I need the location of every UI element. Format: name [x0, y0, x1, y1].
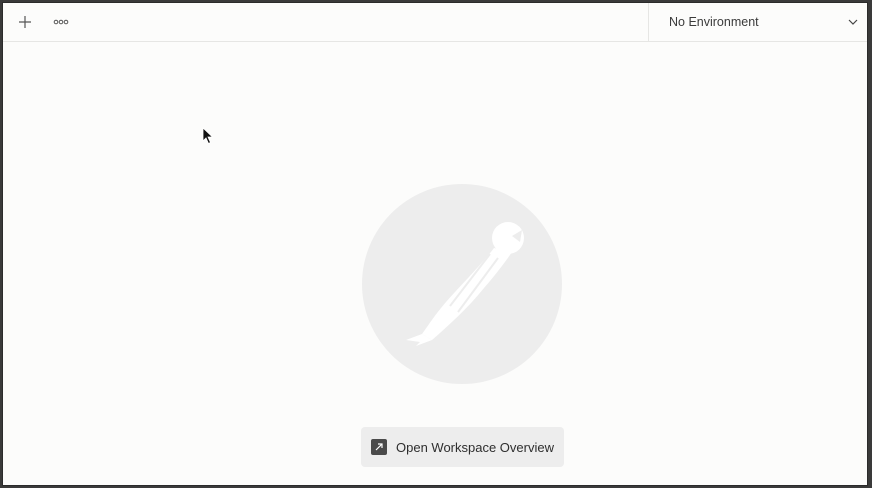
open-external-icon	[371, 439, 387, 455]
postman-logo	[362, 184, 562, 384]
more-options-button[interactable]	[48, 9, 74, 35]
more-horizontal-icon	[53, 19, 69, 25]
environment-selector[interactable]: No Environment	[648, 3, 867, 41]
open-workspace-overview-label: Open Workspace Overview	[396, 439, 554, 455]
open-workspace-overview-button[interactable]: Open Workspace Overview	[361, 427, 564, 467]
chevron-down-icon	[847, 16, 859, 28]
new-tab-button[interactable]	[12, 9, 38, 35]
app-window: No Environment Open Workspace Overview	[2, 2, 868, 486]
top-toolbar: No Environment	[3, 3, 867, 42]
environment-label: No Environment	[669, 15, 759, 29]
plus-icon	[19, 16, 31, 28]
mouse-cursor-icon	[202, 127, 214, 145]
